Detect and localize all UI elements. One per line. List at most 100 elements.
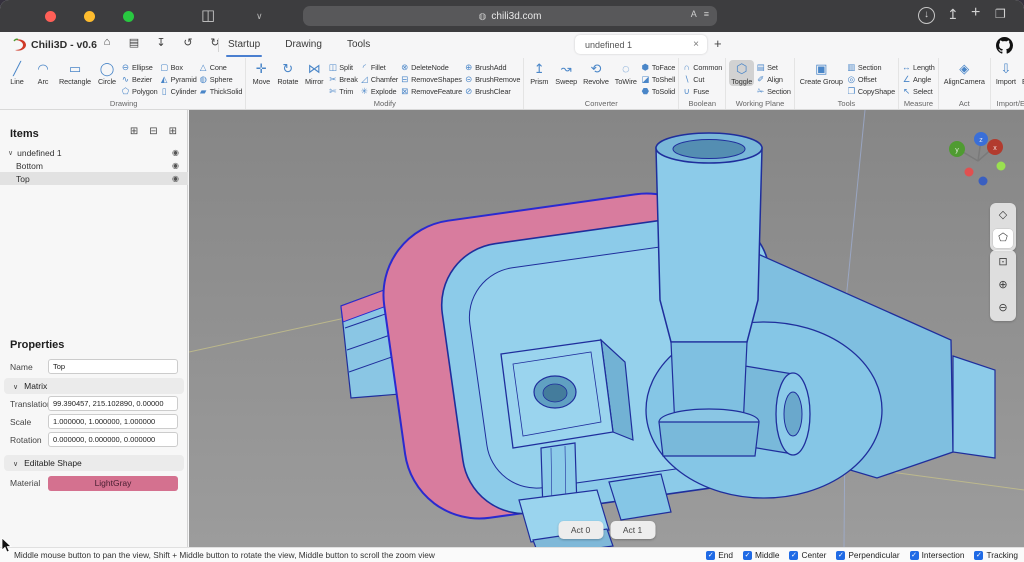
share-button[interactable]: ↥ — [947, 6, 959, 23]
sidebar-toggle-icon[interactable]: ◫ — [201, 7, 215, 25]
ribbon-to-shell-button[interactable]: ◪ToShell — [641, 73, 675, 85]
ribbon-section-button[interactable]: ✁Section — [756, 85, 791, 97]
ribbon-pyramid-button[interactable]: ◭Pyramid — [160, 73, 197, 85]
ribbon-bezier-button[interactable]: ∿Bezier — [121, 73, 158, 85]
ribbon-move-button[interactable]: ✛Move — [249, 60, 273, 86]
snap-intersection[interactable]: ✓Intersection — [910, 550, 965, 560]
ribbon-fillet-button[interactable]: ◜Fillet — [360, 61, 398, 73]
close-icon[interactable]: × — [693, 39, 707, 50]
ribbon-trim-button[interactable]: ✄Trim — [328, 85, 358, 97]
new-tab-button[interactable]: + — [971, 4, 980, 22]
ribbon-sweep-button[interactable]: ↝Sweep — [553, 60, 579, 86]
tree-item-undefined-1[interactable]: ∨undefined 1◉ — [0, 146, 188, 159]
zoom-fit-button[interactable]: ⊡ — [992, 252, 1014, 273]
ribbon-length-button[interactable]: ↔Length — [902, 61, 935, 73]
checkbox-checked-icon[interactable]: ✓ — [789, 551, 798, 560]
ribbon-toggle-button[interactable]: ⬡Toggle — [729, 60, 754, 86]
ribbon-remove-shapes-button[interactable]: ⊟RemoveShapes — [400, 73, 462, 85]
ribbon-set-button[interactable]: ▤Set — [756, 61, 791, 73]
save-icon[interactable]: ↧ — [154, 36, 168, 49]
zoom-in-button[interactable]: ⊕ — [992, 275, 1014, 296]
ribbon-revolve-button[interactable]: ⟲Revolve — [581, 60, 611, 86]
snap-end[interactable]: ✓End — [706, 550, 733, 560]
ribbon-brush-remove-button[interactable]: ⊝BrushRemove — [464, 73, 520, 85]
tree-item-bottom[interactable]: Bottom◉ — [0, 159, 188, 172]
home-icon[interactable]: ⌂ — [100, 36, 114, 49]
ribbon-prism-button[interactable]: ↥Prism — [527, 60, 551, 86]
ribbon-rotate-button[interactable]: ↻Rotate — [275, 60, 300, 86]
ribbon-arc-button[interactable]: ◠Arc — [31, 60, 55, 86]
ribbon-to-solid-button[interactable]: ⬣ToSolid — [641, 85, 675, 97]
ribbon-align-button[interactable]: ✐Align — [756, 73, 791, 85]
ribbon-import-button[interactable]: ⇩Import — [994, 60, 1018, 86]
material-button[interactable]: LightGray — [48, 476, 178, 491]
gizmo-x-neg[interactable] — [965, 168, 974, 177]
checkbox-checked-icon[interactable]: ✓ — [706, 551, 715, 560]
address-bar[interactable]: ◍ chili3d.com A ≡ — [303, 6, 717, 26]
ribbon-explode-button[interactable]: ✳Explode — [360, 85, 398, 97]
ribbon-cut-button[interactable]: ∖Cut — [682, 73, 722, 85]
ribbon-circle-button[interactable]: ◯Circle — [95, 60, 119, 86]
ribbon-thicksolid-button[interactable]: ▰ThickSolid — [199, 85, 243, 97]
gizmo-z-neg[interactable] — [979, 177, 988, 186]
snap-perpendicular[interactable]: ✓Perpendicular — [836, 550, 899, 560]
new-folder-icon[interactable]: ⊞ — [130, 126, 138, 137]
ribbon-common-button[interactable]: ∩Common — [682, 61, 722, 73]
ribbon-cylinder-button[interactable]: ▯Cylinder — [160, 85, 197, 97]
rotation-field[interactable]: 0.000000, 0.000000, 0.000000 — [48, 432, 178, 447]
ribbon-sphere-button[interactable]: ◍Sphere — [199, 73, 243, 85]
ribbon-delete-node-button[interactable]: ⊗DeleteNode — [400, 61, 462, 73]
checkbox-checked-icon[interactable]: ✓ — [910, 551, 919, 560]
ribbon-select-button[interactable]: ↖Select — [902, 85, 935, 97]
visibility-eye-icon[interactable]: ◉ — [172, 148, 179, 157]
expand-all-icon[interactable]: ⊞ — [169, 126, 177, 137]
snap-middle[interactable]: ✓Middle — [743, 550, 779, 560]
act-button-0[interactable]: Act 0 — [558, 521, 603, 539]
checkbox-checked-icon[interactable]: ✓ — [743, 551, 752, 560]
ribbon-brush-clear-button[interactable]: ⊘BrushClear — [464, 85, 520, 97]
ribbon-break-button[interactable]: ✂Break — [328, 73, 358, 85]
ribbon-mirror-button[interactable]: ⋈Mirror — [302, 60, 326, 86]
ribbon-section-tool-button[interactable]: ▥Section — [847, 61, 895, 73]
close-window-button[interactable] — [45, 11, 56, 22]
ribbon-brush-add-button[interactable]: ⊕BrushAdd — [464, 61, 520, 73]
chevron-down-icon[interactable]: ∨ — [256, 11, 263, 22]
model-canvas[interactable] — [189, 110, 1024, 547]
document-tab[interactable]: undefined 1 × — [575, 35, 707, 54]
matrix-section-header[interactable]: ∨Matrix — [4, 378, 184, 394]
name-field[interactable]: Top — [48, 359, 178, 374]
ribbon-offset-button[interactable]: ◎Offset — [847, 73, 895, 85]
view-shaded-button[interactable]: ⬠ — [992, 228, 1014, 249]
downloads-button[interactable]: ↓ — [918, 7, 935, 24]
viewport-3d[interactable]: z x y ◇⬠ ⊡⊕⊖ Act 0Act 1 — [189, 110, 1024, 547]
ribbon-copy-shape-button[interactable]: ❐CopyShape — [847, 85, 895, 97]
ribbon-polygon-button[interactable]: ⬠Polygon — [121, 85, 158, 97]
collapse-all-icon[interactable]: ⊟ — [149, 126, 157, 137]
redo-icon[interactable]: ↻ — [208, 36, 222, 49]
checkbox-checked-icon[interactable]: ✓ — [974, 551, 983, 560]
add-document-button[interactable]: + — [714, 36, 722, 51]
undo-icon[interactable]: ↺ — [181, 36, 195, 49]
tab-drawing[interactable]: Drawing — [285, 32, 322, 58]
tab-tools[interactable]: Tools — [347, 32, 370, 58]
act-button-1[interactable]: Act 1 — [610, 521, 655, 539]
ribbon-create-group-button[interactable]: ▣Create Group — [798, 60, 845, 86]
ribbon-split-button[interactable]: ◫Split — [328, 61, 358, 73]
translate-icon[interactable]: A — [691, 9, 697, 19]
visibility-eye-icon[interactable]: ◉ — [172, 174, 179, 183]
github-icon[interactable] — [996, 37, 1013, 54]
ribbon-box-button[interactable]: ▢Box — [160, 61, 197, 73]
ribbon-align-camera-button[interactable]: ◈AlignCamera — [942, 60, 987, 86]
visibility-eye-icon[interactable]: ◉ — [172, 161, 179, 170]
checkbox-checked-icon[interactable]: ✓ — [836, 551, 845, 560]
ribbon-chamfer-button[interactable]: ◿Chamfer — [360, 73, 398, 85]
document-icon[interactable]: ▤ — [127, 36, 141, 49]
ribbon-remove-feature-button[interactable]: ⊠RemoveFeature — [400, 85, 462, 97]
chevron-down-icon[interactable]: ∨ — [8, 149, 13, 157]
scale-field[interactable]: 1.000000, 1.000000, 1.000000 — [48, 414, 178, 429]
ribbon-angle-button[interactable]: ∠Angle — [902, 73, 935, 85]
ribbon-to-face-button[interactable]: ⬢ToFace — [641, 61, 675, 73]
gizmo-y-neg[interactable] — [997, 162, 1006, 171]
minimize-window-button[interactable] — [84, 11, 95, 22]
ribbon-ellipse-button[interactable]: ⊖Ellipse — [121, 61, 158, 73]
